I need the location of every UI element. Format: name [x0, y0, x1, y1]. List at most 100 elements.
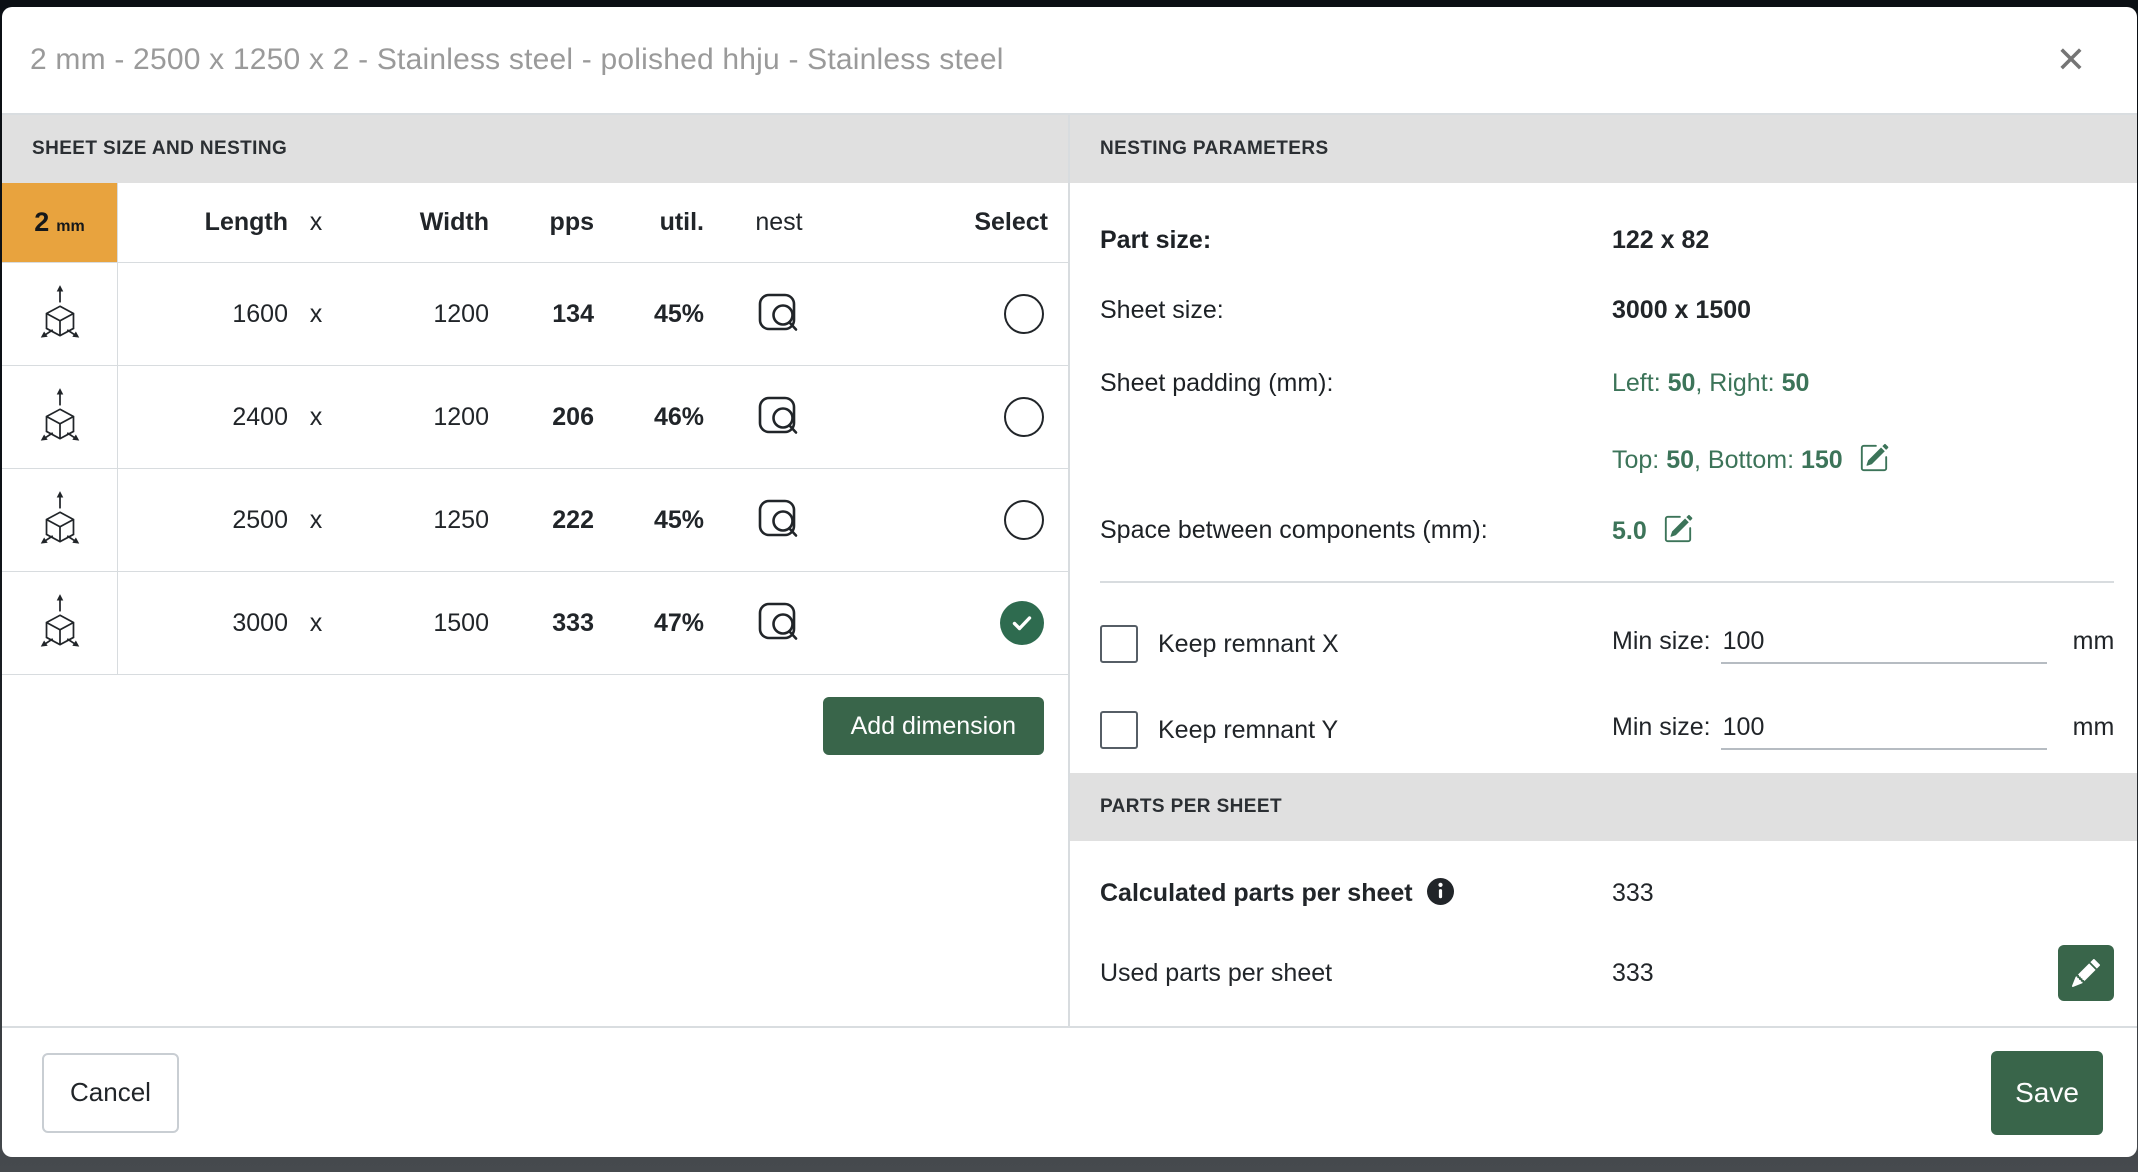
keep-remnant-y-checkbox[interactable]	[1100, 711, 1138, 749]
nest-preview-button[interactable]	[753, 597, 805, 649]
parts-per-sheet-header: PARTS PER SHEET	[1070, 773, 2137, 841]
sheet-padding-row: Sheet padding (mm): Left: 50, Right: 50	[1100, 345, 2114, 421]
add-dimension-button[interactable]: Add dimension	[823, 697, 1044, 755]
check-icon	[1010, 611, 1034, 635]
padding-left-value: 50	[1668, 369, 1696, 397]
space-between-row: Space between components (mm): 5.0	[1100, 497, 2114, 563]
part-size-row: Part size: 122 x 82	[1100, 205, 2114, 275]
util-value: 45%	[594, 300, 704, 329]
part-size-value: 122 x 82	[1612, 226, 2114, 255]
sheet-size-panel-header: SHEET SIZE AND NESTING	[2, 115, 1068, 183]
used-parts-label: Used parts per sheet	[1100, 959, 1612, 988]
space-between-label: Space between components (mm):	[1100, 516, 1612, 545]
thickness-unit: mm	[56, 218, 84, 236]
nest-preview-button[interactable]	[753, 288, 805, 340]
nest-magnifier-icon	[753, 391, 805, 443]
padding-bottom-value: 150	[1801, 446, 1843, 474]
edit-used-parts-button[interactable]	[2058, 945, 2114, 1001]
select-radio[interactable]	[1004, 294, 1044, 334]
cube-axes-icon	[34, 283, 86, 345]
section-divider	[1100, 581, 2114, 583]
x-separator: x	[288, 403, 344, 432]
col-header-select: Select	[854, 208, 1068, 237]
nest-preview-button[interactable]	[753, 391, 805, 443]
padding-left-label: Left:	[1612, 369, 1668, 397]
edit-space-icon[interactable]	[1663, 514, 1693, 544]
calculated-parts-label: Calculated parts per sheet	[1100, 878, 1612, 908]
dialog-title-bar: 2 mm - 2500 x 1250 x 2 - Stainless steel…	[2, 7, 2137, 115]
x-separator: x	[288, 609, 344, 638]
padding-right-value: 50	[1782, 369, 1810, 397]
keep-remnant-x-label: Keep remnant X	[1158, 630, 1339, 659]
length-value: 1600	[118, 300, 288, 329]
nesting-parameters-header: NESTING PARAMETERS	[1070, 115, 2137, 183]
width-value: 1500	[344, 609, 489, 638]
sheet-size-value: 3000 x 1500	[1612, 296, 2114, 325]
sheet-nesting-dialog: 2 mm - 2500 x 1250 x 2 - Stainless steel…	[2, 7, 2137, 1157]
sheet-row-1600x1200: 1600 x 1200 134 45%	[2, 263, 1068, 366]
calculated-parts-text: Calculated parts per sheet	[1100, 879, 1413, 907]
util-value: 45%	[594, 506, 704, 535]
part-size-label: Part size:	[1100, 226, 1612, 255]
calculated-parts-row: Calculated parts per sheet 333	[1100, 853, 2114, 933]
keep-remnant-y-label: Keep remnant Y	[1158, 716, 1338, 745]
col-header-pps: pps	[489, 208, 594, 237]
sheet-row-3000x1500: 3000 x 1500 333 47%	[2, 572, 1068, 675]
nest-magnifier-icon	[753, 288, 805, 340]
pps-value: 206	[489, 403, 594, 432]
select-radio[interactable]	[1004, 397, 1044, 437]
sheet-row-2400x1200: 2400 x 1200 206 46%	[2, 366, 1068, 469]
util-value: 46%	[594, 403, 704, 432]
select-radio[interactable]	[1004, 500, 1044, 540]
edit-padding-icon[interactable]	[1859, 443, 1889, 473]
sheet-size-row: Sheet size: 3000 x 1500	[1100, 275, 2114, 345]
length-value: 2500	[118, 506, 288, 535]
cancel-button[interactable]: Cancel	[42, 1053, 179, 1133]
space-value: 5.0	[1612, 517, 1647, 545]
width-value: 1200	[344, 403, 489, 432]
width-value: 1250	[344, 506, 489, 535]
close-button[interactable]: ✕	[2045, 34, 2097, 86]
pps-value: 222	[489, 506, 594, 535]
col-header-nest: nest	[704, 208, 854, 237]
min-size-label: Min size:	[1612, 713, 1711, 742]
dialog-footer: Cancel Save	[2, 1026, 2137, 1157]
used-parts-value: 333	[1612, 959, 2058, 988]
col-header-width: Width	[344, 208, 489, 237]
util-value: 47%	[594, 609, 704, 638]
pps-value: 333	[489, 609, 594, 638]
sheet-size-label: Sheet size:	[1100, 296, 1612, 325]
cube-axes-icon	[34, 592, 86, 654]
pencil-icon	[2072, 959, 2100, 987]
select-radio[interactable]	[1000, 601, 1044, 645]
sheet-padding-tb-value: Top: 50, Bottom: 150	[1612, 443, 2114, 475]
thickness-badge: 2 mm	[2, 183, 118, 262]
cube-axes-icon	[34, 386, 86, 448]
sheet-table-header-row: 2 mm Length x Width pps util. nest Selec…	[2, 183, 1068, 263]
col-header-x: x	[288, 208, 344, 237]
calculated-parts-value: 333	[1612, 879, 2114, 908]
min-size-unit: mm	[2073, 713, 2115, 742]
sheet-size-panel: SHEET SIZE AND NESTING 2 mm Length x Wid…	[2, 115, 1068, 1026]
padding-right-label: , Right:	[1695, 369, 1781, 397]
padding-bottom-label: , Bottom:	[1694, 446, 1801, 474]
sheet-padding-row-2: Top: 50, Bottom: 150	[1100, 421, 2114, 497]
keep-remnant-x-checkbox[interactable]	[1100, 625, 1138, 663]
padding-top-label: Top:	[1612, 446, 1666, 474]
save-button[interactable]: Save	[1991, 1051, 2103, 1135]
info-icon[interactable]	[1427, 878, 1454, 905]
nest-magnifier-icon	[753, 494, 805, 546]
pps-value: 134	[489, 300, 594, 329]
x-separator: x	[288, 300, 344, 329]
sheet-padding-label: Sheet padding (mm):	[1100, 369, 1612, 398]
close-icon: ✕	[2056, 42, 2086, 78]
width-value: 1200	[344, 300, 489, 329]
col-header-length: Length	[118, 208, 288, 237]
length-value: 2400	[118, 403, 288, 432]
remnant-x-min-input[interactable]	[1721, 625, 2047, 664]
x-separator: x	[288, 506, 344, 535]
remnant-y-min-input[interactable]	[1721, 711, 2047, 750]
nesting-parameters-panel: NESTING PARAMETERS Part size: 122 x 82 S…	[1068, 115, 2137, 1026]
nest-preview-button[interactable]	[753, 494, 805, 546]
thickness-value: 2	[34, 207, 49, 238]
